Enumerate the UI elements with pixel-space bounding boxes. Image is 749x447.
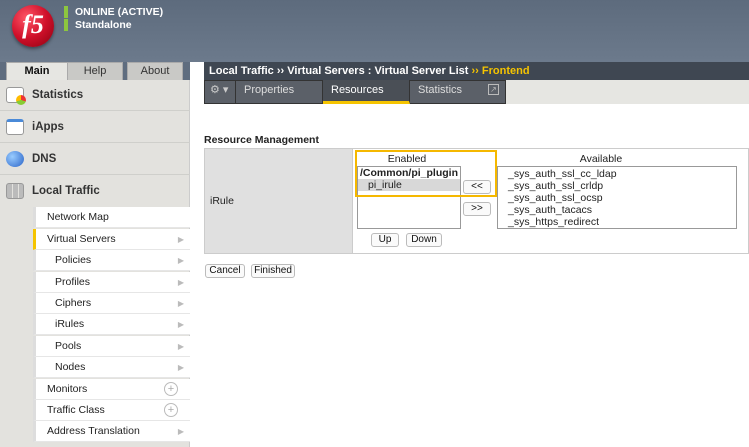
available-heading: Available	[579, 153, 623, 165]
status-mode: Standalone	[64, 19, 132, 31]
chevron-right-icon: ▶	[177, 299, 184, 308]
item-label: Nodes	[55, 361, 86, 373]
sidebar-statistics[interactable]: Statistics	[0, 80, 190, 111]
move-to-available-button[interactable]: >>	[463, 202, 491, 216]
f5-logo[interactable]: f5	[12, 5, 54, 47]
move-to-enabled-button[interactable]: <<	[463, 180, 491, 194]
sidebar-local-traffic[interactable]: Local Traffic	[0, 176, 190, 207]
sidebar-item-monitors[interactable]: Monitors +	[33, 379, 190, 400]
chevron-right-icon: ▶	[177, 427, 184, 436]
breadcrumb: Local Traffic ›› Virtual Servers : Virtu…	[204, 62, 749, 80]
chevron-right-icon: ▶	[177, 363, 184, 372]
tab-main[interactable]: Main	[6, 62, 68, 80]
sidebar-iapps[interactable]: iApps	[0, 112, 190, 143]
sidebar-label: Statistics	[32, 89, 84, 101]
available-option[interactable]: _sys_https_redirect	[498, 216, 736, 228]
item-label: Policies	[55, 254, 92, 266]
tab-resources[interactable]: Resources	[323, 80, 410, 104]
available-option[interactable]: _sys_auth_ssl_cc_ldap	[498, 168, 736, 180]
chevron-right-icon: ▶	[177, 256, 184, 265]
gear-menu-button[interactable]: ⚙ ▾	[204, 80, 236, 104]
popout-icon[interactable]: ↗	[488, 84, 499, 95]
item-label: Network Map	[47, 211, 109, 223]
available-listbox[interactable]: _sys_auth_ssl_cc_ldap _sys_auth_ssl_crld…	[497, 166, 737, 229]
move-down-button[interactable]: Down	[406, 233, 442, 247]
item-label: Ciphers	[55, 297, 92, 309]
add-icon[interactable]: +	[164, 403, 178, 417]
sidebar-item-address-translation[interactable]: Address Translation ▶	[33, 421, 190, 442]
item-label: iRules	[55, 318, 85, 330]
item-label: Profiles	[55, 276, 91, 288]
chevron-right-icon: ▶	[177, 320, 184, 329]
irule-label: iRule	[204, 148, 353, 254]
iapps-icon	[6, 119, 24, 135]
sidebar-item-nodes[interactable]: Nodes ▶	[33, 357, 190, 378]
item-label: Traffic Class	[47, 404, 105, 416]
sidebar-item-ciphers[interactable]: Ciphers ▶	[33, 293, 190, 314]
sidebar-item-irules[interactable]: iRules ▶	[33, 314, 190, 335]
breadcrumb-current: Frontend	[481, 65, 530, 77]
servers-icon	[6, 183, 24, 199]
item-label: Monitors	[47, 383, 88, 395]
available-option[interactable]: _sys_auth_ssl_crldp	[498, 180, 736, 192]
section-title: Resource Management	[204, 134, 319, 146]
sidebar-item-traffic-class[interactable]: Traffic Class +	[33, 400, 190, 421]
sidebar-item-policies[interactable]: Policies ▶	[33, 250, 190, 271]
sidebar-dns[interactable]: DNS	[0, 144, 190, 175]
tab-label: Statistics	[418, 84, 463, 96]
cancel-button[interactable]: Cancel	[205, 264, 245, 278]
item-label: Pools	[55, 340, 82, 352]
item-label: Address Translation	[47, 425, 140, 437]
status-online: ONLINE (ACTIVE)	[64, 6, 163, 18]
move-up-button[interactable]: Up	[371, 233, 399, 247]
available-option[interactable]: _sys_auth_ssl_ocsp	[498, 192, 736, 204]
globe-icon	[6, 151, 24, 167]
chevron-right-icon: ▶	[177, 278, 184, 287]
sidebar-item-pools[interactable]: Pools ▶	[33, 336, 190, 357]
available-option[interactable]: _sys_auth_tacacs	[498, 204, 736, 216]
item-label: Virtual Servers	[47, 233, 116, 245]
sidebar-label: iApps	[32, 121, 64, 133]
tab-help[interactable]: Help	[67, 62, 123, 80]
breadcrumb-separator: ››	[471, 65, 479, 77]
sidebar-label: DNS	[32, 153, 57, 165]
statistics-icon	[6, 87, 26, 105]
sidebar-label: Local Traffic	[32, 185, 100, 197]
tab-properties[interactable]: Properties	[236, 80, 323, 104]
sidebar-item-network-map[interactable]: Network Map	[33, 207, 190, 228]
breadcrumb-separator: ››	[276, 65, 285, 77]
chevron-right-icon: ▶	[177, 342, 184, 351]
gear-icon: ⚙ ▾	[210, 84, 229, 96]
chevron-right-icon: ▶	[177, 235, 184, 244]
sidebar-item-profiles[interactable]: Profiles ▶	[33, 272, 190, 293]
finished-button[interactable]: Finished	[251, 264, 295, 278]
sidebar-item-virtual-servers[interactable]: Virtual Servers ▶	[33, 229, 190, 250]
add-icon[interactable]: +	[164, 382, 178, 396]
tab-statistics[interactable]: Statistics ↗	[410, 80, 506, 104]
tab-bar-fill	[506, 80, 749, 104]
breadcrumb-virtual-servers[interactable]: Virtual Servers : Virtual Server List	[287, 65, 468, 77]
breadcrumb-local-traffic[interactable]: Local Traffic	[209, 65, 274, 77]
tab-about[interactable]: About	[127, 62, 183, 80]
